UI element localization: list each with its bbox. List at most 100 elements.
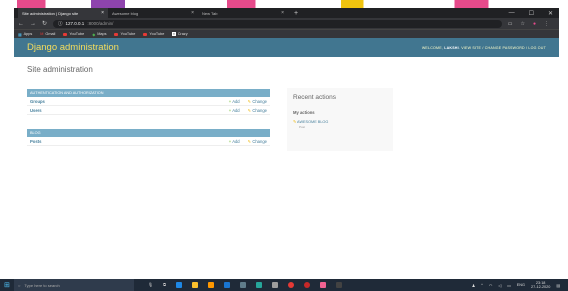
extension-icon[interactable]: ●: [533, 21, 536, 27]
bookmark-gmail[interactable]: M Gmail: [40, 32, 55, 36]
close-window-button[interactable]: ✕: [548, 10, 553, 17]
browser-window: Site administration | Django site × Aweso…: [14, 8, 559, 279]
search-placeholder: Type here to search: [24, 282, 60, 288]
recent-actions-panel: Recent actions My actions ✎ AWESOME BLOG…: [287, 88, 393, 151]
add-link[interactable]: + Add: [229, 108, 240, 113]
taskbar-apps: 🎙 ⧉: [148, 282, 342, 288]
taskbar-search[interactable]: ○ Type here to search: [14, 279, 134, 291]
module-caption[interactable]: BLOG: [27, 129, 270, 137]
new-tab-button[interactable]: +: [288, 10, 304, 17]
chrome-icon[interactable]: [287, 282, 294, 288]
pencil-icon: ✎: [293, 120, 297, 124]
vlc-icon[interactable]: [207, 282, 214, 288]
bookmarks-bar: ▦ Apps M Gmail YouTube ◆ Maps YouTube YouTu…: [14, 29, 559, 38]
minimize-button[interactable]: —: [509, 10, 515, 17]
youtube-icon: [143, 32, 148, 36]
module-auth: AUTHENTICATION AND AUTHORIZATION Groups …: [27, 89, 270, 115]
youtube-icon: [63, 32, 68, 36]
info-icon[interactable]: ⓘ: [58, 21, 63, 27]
model-link[interactable]: Users: [30, 108, 229, 113]
bookmark-apps[interactable]: ▦ Apps: [18, 32, 32, 37]
crazy-icon: ▪: [172, 32, 176, 36]
change-link[interactable]: ✎ Change: [248, 108, 267, 113]
store-icon[interactable]: [255, 282, 262, 288]
windows-start-icon[interactable]: ⊞: [4, 281, 14, 289]
youtube-icon: [114, 32, 119, 36]
settings-icon[interactable]: [271, 282, 278, 288]
window-controls: — ☐ ✕: [509, 10, 559, 17]
site-brand[interactable]: Django administration: [27, 42, 119, 53]
tray-chevron-icon[interactable]: ^: [481, 283, 483, 287]
user-links[interactable]: VIEW SITE / CHANGE PASSWORD / LOG OUT: [461, 46, 546, 50]
user-tools: WELCOME, LAKSHI. VIEW SITE / CHANGE PASS…: [421, 45, 546, 50]
app-icon[interactable]: [319, 282, 326, 288]
bookmark-youtube-2[interactable]: YouTube: [114, 32, 135, 36]
module-caption[interactable]: AUTHENTICATION AND AUTHORIZATION: [27, 89, 270, 97]
task-view-icon[interactable]: ⧉: [163, 282, 166, 288]
add-link[interactable]: + Add: [229, 99, 240, 104]
search-icon: ○: [18, 282, 21, 288]
pencil-icon: ✎: [247, 98, 252, 104]
change-link[interactable]: ✎ Change: [248, 139, 267, 144]
file-explorer-icon[interactable]: [191, 282, 198, 288]
pencil-icon: ✎: [247, 138, 252, 144]
network-icon[interactable]: ◠: [489, 283, 492, 288]
recent-actions-title: Recent actions: [293, 94, 336, 101]
model-row-users: Users + Add ✎ Change: [27, 106, 270, 115]
bookmark-maps[interactable]: ◆ Maps: [92, 32, 106, 37]
bookmark-youtube-3[interactable]: YouTube: [143, 32, 164, 36]
cast-icon[interactable]: ▭: [508, 21, 513, 27]
maps-icon: ◆: [92, 32, 96, 37]
tab-new-tab[interactable]: New Tab ×: [198, 8, 288, 18]
model-row-groups: Groups + Add ✎ Change: [27, 97, 270, 106]
clock-date: 27-12-2020: [530, 285, 551, 289]
calculator-icon[interactable]: [239, 282, 246, 288]
url-host: 127.0.0.1: [65, 21, 85, 26]
reload-icon[interactable]: ↻: [42, 20, 47, 27]
app-list: AUTHENTICATION AND AUTHORIZATION Groups …: [27, 89, 270, 155]
address-bar[interactable]: ⓘ 127.0.0.1:8000/admin/: [53, 19, 502, 28]
back-arrow-icon[interactable]: ←: [18, 21, 24, 27]
plus-icon: +: [228, 107, 232, 113]
terminal-icon[interactable]: [335, 282, 342, 288]
action-link[interactable]: ✎ AWESOME BLOG: [293, 119, 387, 124]
tab-site-admin[interactable]: Site administration | Django site ×: [18, 8, 108, 18]
change-link[interactable]: ✎ Change: [248, 99, 267, 104]
language-indicator[interactable]: ENG: [517, 283, 525, 287]
clock[interactable]: 23:18 27-12-2020: [531, 281, 550, 289]
volume-icon[interactable]: ◁: [498, 283, 501, 288]
tab-title: New Tab: [202, 10, 218, 16]
close-tab-icon[interactable]: ×: [191, 10, 194, 16]
bookmark-crazy[interactable]: ▪ Crazy: [172, 32, 188, 36]
mail-icon[interactable]: [223, 282, 230, 288]
windows-taskbar: ⊞ ○ Type here to search 🎙 ⧉ ♟ ^ ◠ ◁ ▭ EN…: [0, 279, 568, 291]
gmail-icon: M: [40, 32, 44, 36]
people-icon[interactable]: ♟: [472, 283, 475, 288]
star-icon[interactable]: ☆: [520, 21, 524, 27]
tab-awesome-blog[interactable]: Awesome blog ×: [108, 8, 198, 18]
plus-icon: +: [228, 98, 232, 104]
battery-icon[interactable]: ▭: [507, 283, 511, 288]
decorative-border: [0, 0, 568, 8]
module-blog: BLOG Posts + Add ✎ Change: [27, 129, 270, 146]
close-tab-icon[interactable]: ×: [101, 10, 104, 16]
mic-icon[interactable]: 🎙: [148, 282, 153, 288]
toolbar-icons: ▭ ☆ ● ⋮: [508, 21, 555, 27]
action-type: Post: [299, 125, 306, 129]
forward-arrow-icon[interactable]: →: [30, 21, 36, 27]
model-link[interactable]: Groups: [30, 99, 229, 104]
maximize-button[interactable]: ☐: [529, 10, 534, 17]
model-row-posts: Posts + Add ✎ Change: [27, 137, 270, 146]
notification-icon[interactable]: ▤: [556, 283, 560, 288]
django-header: Django administration WELCOME, LAKSHI. V…: [14, 38, 559, 57]
close-tab-icon[interactable]: ×: [281, 10, 284, 16]
opera-icon[interactable]: [303, 282, 310, 288]
system-tray: ♟ ^ ◠ ◁ ▭ ENG 23:18 27-12-2020 ▤: [472, 281, 568, 289]
model-link[interactable]: Posts: [30, 139, 229, 144]
bookmark-youtube[interactable]: YouTube: [63, 32, 84, 36]
edge-icon[interactable]: [175, 282, 182, 288]
menu-icon[interactable]: ⋮: [544, 21, 549, 27]
welcome-text: WELCOME,: [421, 45, 443, 50]
address-bar-row: ← → ↻ ⓘ 127.0.0.1:8000/admin/ ▭ ☆ ● ⋮: [14, 18, 559, 29]
add-link[interactable]: + Add: [229, 139, 240, 144]
